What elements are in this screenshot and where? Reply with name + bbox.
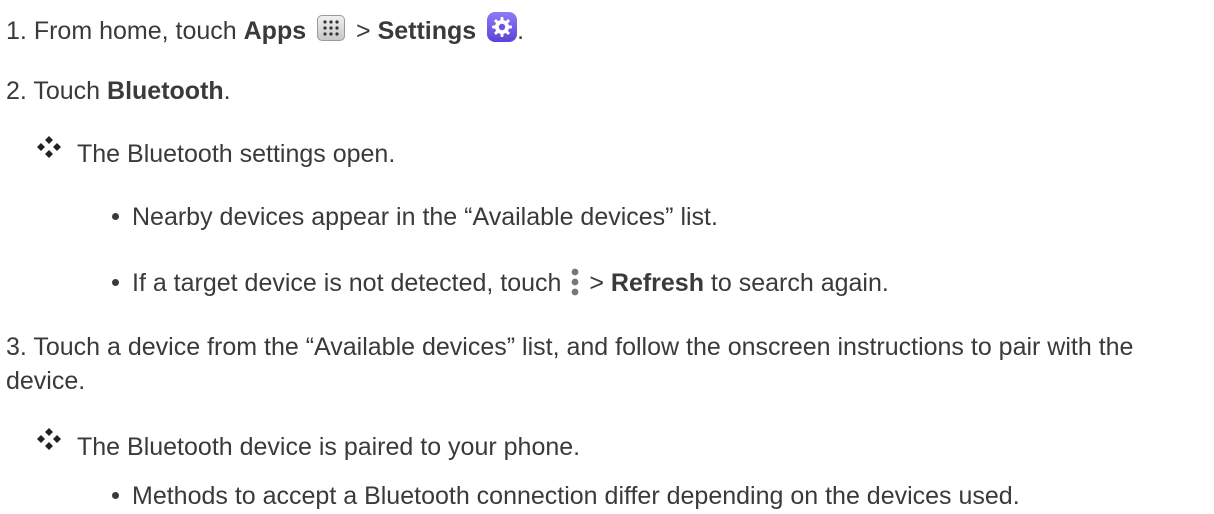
- bullet-dot: [112, 491, 119, 499]
- step-text: Touch a device from the “Available devic…: [6, 333, 1134, 395]
- separator: >: [582, 269, 611, 297]
- bullet-dot: [112, 212, 119, 220]
- overflow-menu-icon: [571, 268, 579, 296]
- refresh-label: Refresh: [610, 269, 704, 297]
- bullet-text-end: to search again.: [703, 269, 889, 297]
- apps-grid-icon: [317, 15, 346, 41]
- step-number: 1.: [6, 17, 27, 45]
- step-2: 2. Touch Bluetooth.: [6, 76, 231, 106]
- diamond-bullet-icon: [37, 428, 61, 450]
- step-number: 2.: [6, 77, 27, 105]
- list-item: Nearby devices appear in the “Available …: [112, 202, 718, 232]
- diamond-bullet-icon: [37, 136, 61, 158]
- bullet-dot: [112, 278, 119, 286]
- step-number: 3.: [6, 333, 27, 361]
- bluetooth-label: Bluetooth: [107, 77, 224, 105]
- result-text: The Bluetooth settings open.: [77, 140, 396, 168]
- step-3: 3. Touch a device from the “Available de…: [6, 330, 1201, 398]
- bullet-text: If a target device is not detected, touc…: [132, 269, 569, 297]
- bullet-text: Nearby devices appear in the “Available …: [132, 203, 718, 231]
- settings-label: Settings: [377, 17, 477, 45]
- settings-gear-icon: [487, 12, 518, 42]
- result-text: The Bluetooth device is paired to your p…: [77, 433, 581, 461]
- step-end: .: [223, 77, 231, 105]
- list-item: If a target device is not detected, touc…: [112, 267, 889, 298]
- step-end: .: [517, 17, 525, 45]
- step-text: Touch: [33, 77, 108, 105]
- list-item: Methods to accept a Bluetooth connection…: [112, 481, 1020, 511]
- bullet-text: Methods to accept a Bluetooth connection…: [132, 482, 1020, 510]
- apps-label: Apps: [243, 17, 307, 45]
- separator: >: [349, 17, 378, 45]
- step-text: From home, touch: [33, 17, 244, 45]
- step-1: 1. From home, touch Apps > Settings .: [6, 12, 524, 46]
